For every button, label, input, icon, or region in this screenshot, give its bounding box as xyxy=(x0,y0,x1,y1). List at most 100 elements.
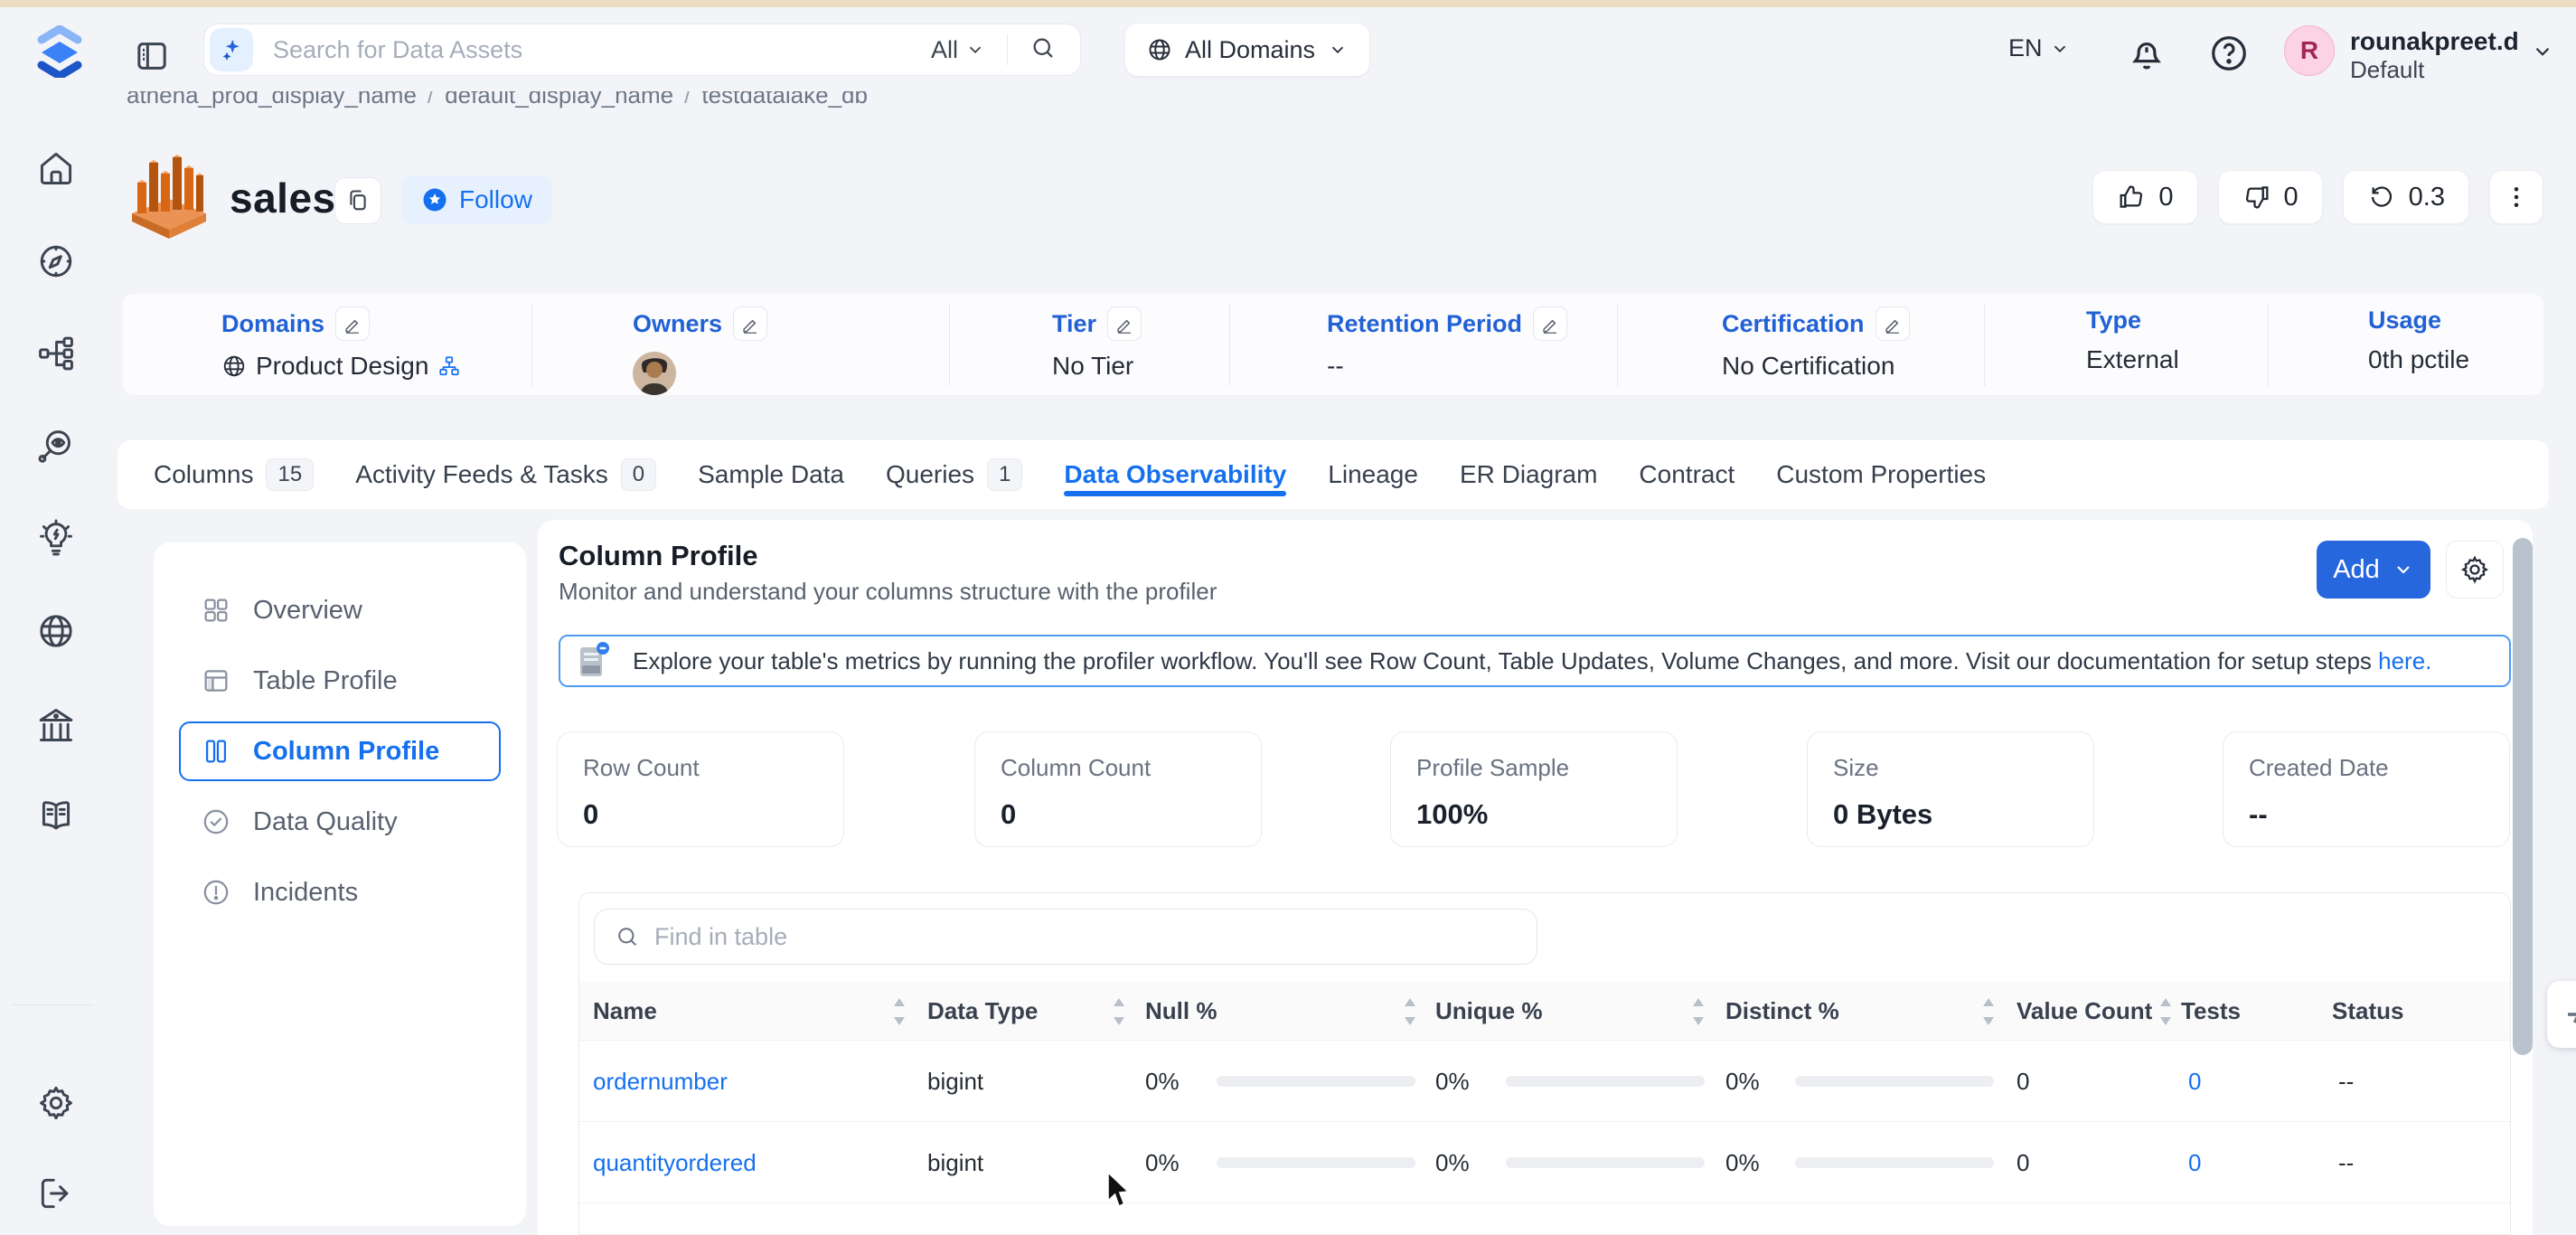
sidebar-item-domains-icon[interactable] xyxy=(33,608,80,655)
sort-icon[interactable] xyxy=(2158,996,2174,1027)
stat-label: Size xyxy=(1833,754,2068,782)
sidebar-item-settings-icon[interactable] xyxy=(33,1079,80,1127)
user-avatar[interactable]: R xyxy=(2284,25,2335,76)
column-header-data-type[interactable]: Data Type xyxy=(927,982,1038,1041)
title-actions: 0 0 0.3 xyxy=(2092,170,2543,224)
sidebar-toggle-icon[interactable] xyxy=(134,38,170,74)
profiler-nav-column-profile[interactable]: Column Profile xyxy=(179,721,501,781)
stat-label: Profile Sample xyxy=(1416,754,1651,782)
version-history-button[interactable]: 0.3 xyxy=(2343,170,2469,224)
tab-er-diagram[interactable]: ER Diagram xyxy=(1460,440,1597,509)
downvote-button[interactable]: 0 xyxy=(2218,170,2323,224)
column-header-distinct-[interactable]: Distinct % xyxy=(1725,982,1839,1041)
user-menu-chevron-icon[interactable] xyxy=(2531,40,2554,68)
column-header-null-[interactable]: Null % xyxy=(1145,982,1217,1041)
search-icon[interactable] xyxy=(1029,34,1057,66)
edit-retention-period-button[interactable] xyxy=(1533,306,1567,341)
cell-tests[interactable]: 0 xyxy=(2188,1041,2201,1122)
stat-value: 0 Bytes xyxy=(1833,798,2068,831)
sidebar-item-explore-icon[interactable] xyxy=(33,238,80,285)
column-header-unique-[interactable]: Unique % xyxy=(1435,982,1542,1041)
find-in-table-input[interactable] xyxy=(654,923,1537,951)
profiler-nav-incidents[interactable]: Incidents xyxy=(179,857,501,928)
breadcrumb-item[interactable]: athena_prod_display_name xyxy=(127,91,417,108)
tab-custom-properties[interactable]: Custom Properties xyxy=(1776,440,1986,509)
copy-link-button[interactable] xyxy=(334,177,381,224)
help-icon[interactable] xyxy=(2208,33,2250,74)
metadata-owners: Owners xyxy=(633,294,767,395)
profiler-nav-data-quality[interactable]: Data Quality xyxy=(179,787,501,857)
stat-value: 0 xyxy=(1001,798,1236,831)
cell-null-pct: 0% xyxy=(1145,1122,1180,1203)
table-row-quantityordered: quantityorderedbigint0%0%0%00-- xyxy=(579,1122,2511,1203)
profiler-nav-table-profile[interactable]: Table Profile xyxy=(179,646,501,716)
upvote-button[interactable]: 0 xyxy=(2092,170,2197,224)
cell-data-type: bigint xyxy=(927,1122,983,1203)
tab-lineage[interactable]: Lineage xyxy=(1328,440,1418,509)
sort-icon[interactable] xyxy=(1111,996,1127,1027)
left-rail xyxy=(0,7,107,1235)
sort-icon[interactable] xyxy=(1980,996,1997,1027)
metadata-label: Tier xyxy=(1052,310,1096,338)
stat-card-created-date: Created Date-- xyxy=(2223,731,2510,847)
thumbs-up-icon xyxy=(2117,183,2146,212)
sidebar-item-insights-icon[interactable] xyxy=(33,514,80,561)
tab-queries[interactable]: Queries1 xyxy=(886,440,1022,509)
sidebar-item-home-icon[interactable] xyxy=(33,145,80,192)
tab-activity-feeds-tasks[interactable]: Activity Feeds & Tasks0 xyxy=(355,440,656,509)
owner-avatar[interactable] xyxy=(633,352,676,395)
breadcrumb-item[interactable]: default_display_name xyxy=(445,91,673,108)
gear-icon xyxy=(2459,554,2490,585)
sidebar-item-logout-icon[interactable] xyxy=(33,1170,80,1217)
tab-data-observability[interactable]: Data Observability xyxy=(1064,440,1286,509)
chevron-down-icon xyxy=(2050,39,2070,59)
cell-tests[interactable]: 0 xyxy=(2188,1122,2201,1203)
cell-value-count: 0 xyxy=(2017,1203,2029,1235)
app-logo-icon[interactable] xyxy=(31,25,89,78)
notifications-bell-icon[interactable] xyxy=(2126,33,2167,74)
profiler-doc-icon xyxy=(573,640,615,682)
sort-icon[interactable] xyxy=(1690,996,1706,1027)
sort-icon[interactable] xyxy=(891,996,907,1027)
side-panel-expand-button[interactable] xyxy=(2547,981,2576,1048)
metadata-value[interactable]: Product Design xyxy=(256,352,428,381)
breadcrumb[interactable]: athena_prod_display_name/default_display… xyxy=(127,91,868,114)
tab-label: Sample Data xyxy=(698,460,844,489)
cell-name[interactable]: ordernumber xyxy=(593,1041,728,1122)
edit-certification-button[interactable] xyxy=(1876,306,1910,341)
column-header-name[interactable]: Name xyxy=(593,982,657,1041)
search-input[interactable] xyxy=(253,36,931,64)
nav-item-label: Incidents xyxy=(253,878,358,908)
grid-icon xyxy=(201,595,231,626)
tab-contract[interactable]: Contract xyxy=(1639,440,1735,509)
tab-count-badge: 15 xyxy=(266,458,314,491)
column-header-value-count[interactable]: Value Count xyxy=(2017,982,2152,1041)
profiler-nav-overview[interactable]: Overview xyxy=(179,575,501,646)
vertical-scrollbar[interactable] xyxy=(2513,538,2533,1055)
cell-tests[interactable]: 0 xyxy=(2188,1203,2201,1235)
sidebar-item-govern-icon[interactable] xyxy=(33,702,80,749)
ai-sparkle-icon[interactable] xyxy=(210,28,253,71)
tab-label: Queries xyxy=(886,460,974,489)
banner-here-link[interactable]: here. xyxy=(2378,647,2431,674)
stat-label: Column Count xyxy=(1001,754,1236,782)
edit-tier-button[interactable] xyxy=(1107,306,1142,341)
sidebar-item-observability-icon[interactable] xyxy=(33,422,80,469)
more-options-button[interactable] xyxy=(2489,170,2543,224)
follow-button[interactable]: Follow xyxy=(401,175,552,224)
edit-owners-button[interactable] xyxy=(733,306,767,341)
tab-sample-data[interactable]: Sample Data xyxy=(698,440,844,509)
breadcrumb-item[interactable]: testdatalake_db xyxy=(701,91,868,108)
metadata-value: -- xyxy=(1327,352,1344,381)
sort-icon[interactable] xyxy=(1402,996,1418,1027)
all-domains-dropdown[interactable]: All Domains xyxy=(1125,24,1369,76)
add-button[interactable]: Add xyxy=(2317,541,2430,599)
sidebar-item-glossary-icon[interactable] xyxy=(33,792,80,839)
sidebar-item-lineage-icon[interactable] xyxy=(33,330,80,377)
search-scope-dropdown[interactable]: All xyxy=(931,36,985,64)
language-dropdown[interactable]: EN xyxy=(2008,34,2070,62)
cell-name[interactable]: quantityordered xyxy=(593,1122,757,1203)
profiler-settings-button[interactable] xyxy=(2446,541,2504,599)
tab-columns[interactable]: Columns15 xyxy=(154,440,314,509)
edit-domains-button[interactable] xyxy=(335,306,370,341)
